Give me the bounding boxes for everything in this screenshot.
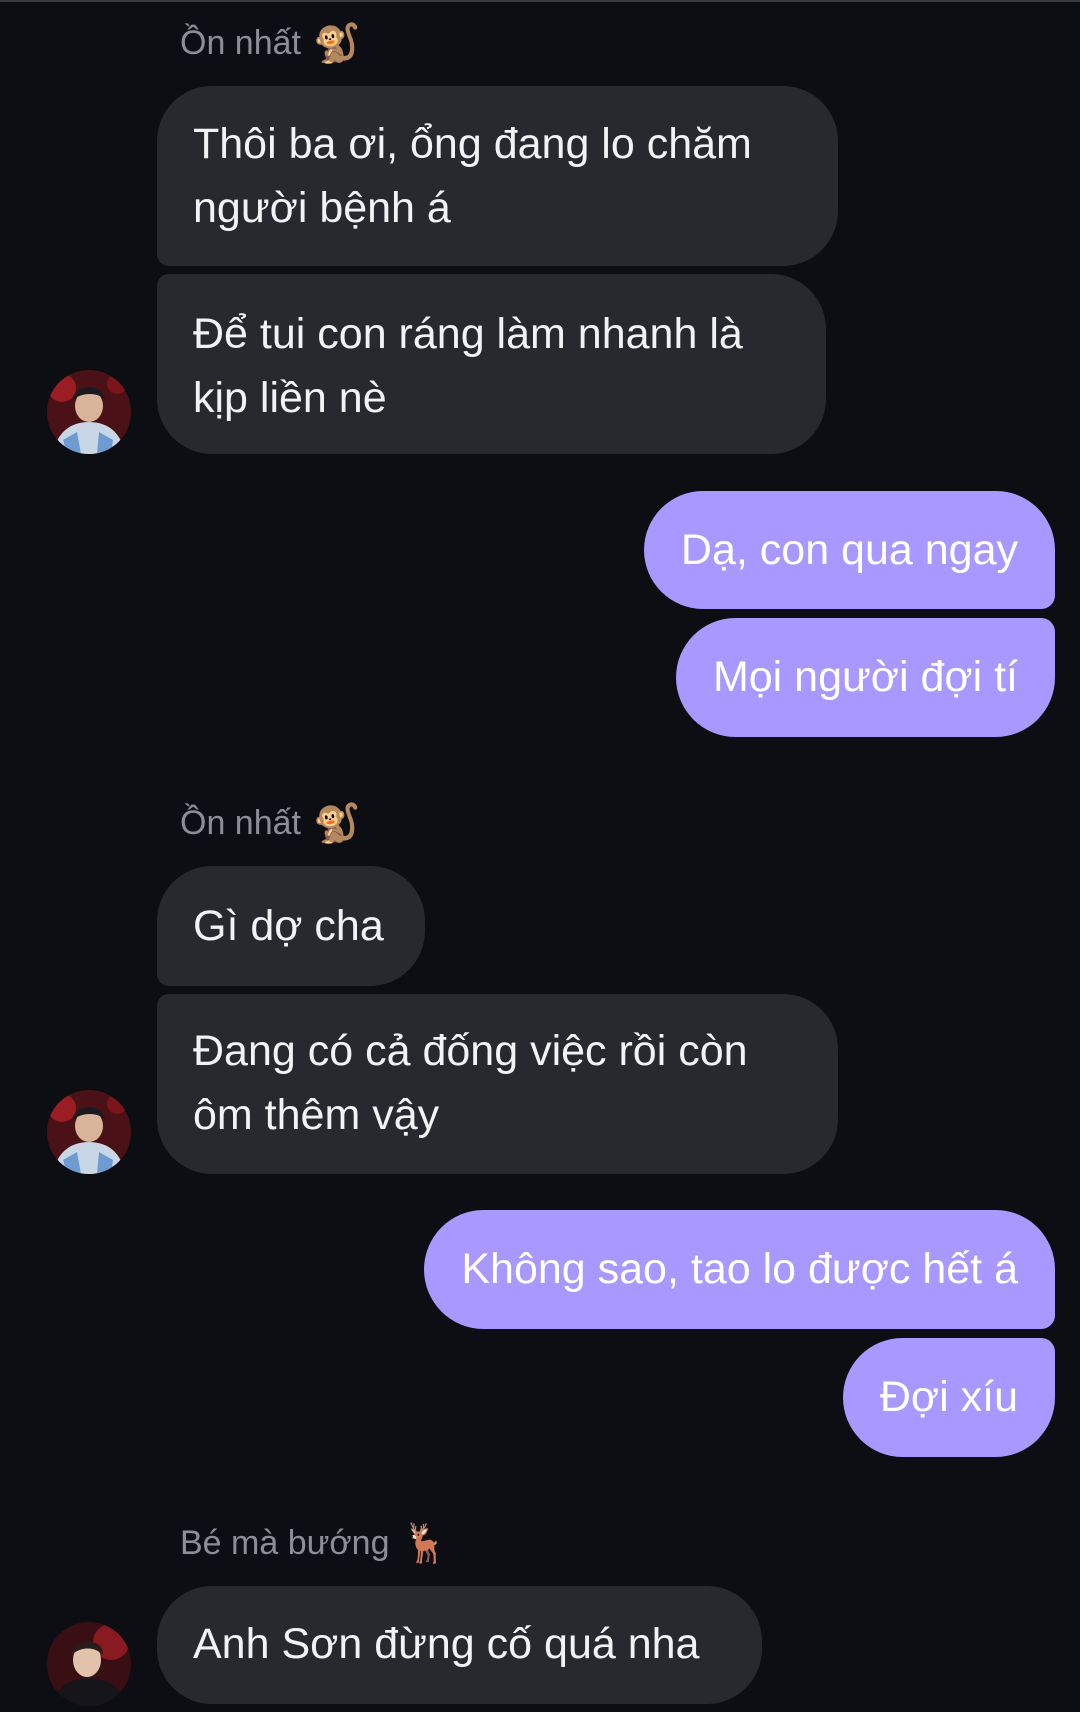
sender-name: Ồn nhất 🐒 xyxy=(180,798,360,848)
message-line: Anh Sơn đừng cố quá nha xyxy=(193,1620,700,1668)
message-text: Không sao, tao lo được hết á xyxy=(461,1245,1018,1293)
message-line: Gì dợ cha xyxy=(193,902,384,950)
incoming-message-bubble[interactable]: Anh Sơn đừng cố quá nha xyxy=(157,1586,762,1704)
top-divider xyxy=(0,0,1080,2)
monkey-emoji-icon: 🐒 xyxy=(312,801,361,845)
incoming-message-bubble[interactable]: Đang có cả đống việc rồi còn ôm thêm vậy xyxy=(157,994,838,1174)
chat-screen: Ồn nhất 🐒 Thôi ba ơi, ổng đang lo chăm n… xyxy=(0,0,1080,1712)
outgoing-message-bubble[interactable]: Mọi người đợi tí xyxy=(675,618,1055,737)
message-line: kịp liền nè xyxy=(193,374,387,422)
avatar-image xyxy=(47,1622,131,1706)
outgoing-message-bubble[interactable]: Không sao, tao lo được hết á xyxy=(424,1210,1055,1329)
message-line: Thôi ba ơi, ổng đang lo chăm xyxy=(193,120,752,168)
sender-name: Ồn nhất 🐒 xyxy=(180,18,360,68)
sender-name-text: Ồn nhất xyxy=(180,803,301,842)
sender-name-text: Bé mà bướng xyxy=(180,1523,390,1562)
incoming-message-bubble[interactable]: Để tui con ráng làm nhanh là kịp liền nè xyxy=(157,274,826,454)
sender-name-text: Ồn nhất xyxy=(180,23,301,62)
avatar-image xyxy=(47,370,131,454)
message-line: Để tui con ráng làm nhanh là xyxy=(193,310,743,358)
outgoing-message-bubble[interactable]: Đợi xíu xyxy=(842,1338,1055,1457)
monkey-emoji-icon: 🐒 xyxy=(312,21,361,65)
avatar-image xyxy=(47,1090,131,1174)
message-text: Mọi người đợi tí xyxy=(712,653,1018,701)
message-line: ôm thêm vậy xyxy=(193,1091,440,1139)
message-line: Đang có cả đống việc rồi còn xyxy=(193,1027,748,1075)
avatar-on-nhat[interactable] xyxy=(47,1090,131,1174)
sender-name: Bé mà bướng 🦌 xyxy=(180,1518,449,1568)
message-text: Dạ, con qua ngay xyxy=(680,526,1018,574)
avatar-on-nhat[interactable] xyxy=(47,370,131,454)
outgoing-message-bubble[interactable]: Dạ, con qua ngay xyxy=(643,491,1055,609)
avatar-be-ma-buong[interactable] xyxy=(47,1622,131,1706)
message-text: Đợi xíu xyxy=(879,1373,1018,1421)
message-line: người bệnh á xyxy=(193,184,451,232)
incoming-message-bubble[interactable]: Thôi ba ơi, ổng đang lo chăm người bệnh … xyxy=(157,86,838,266)
incoming-message-bubble[interactable]: Gì dợ cha xyxy=(157,866,425,986)
deer-emoji-icon: 🦌 xyxy=(401,1521,449,1565)
